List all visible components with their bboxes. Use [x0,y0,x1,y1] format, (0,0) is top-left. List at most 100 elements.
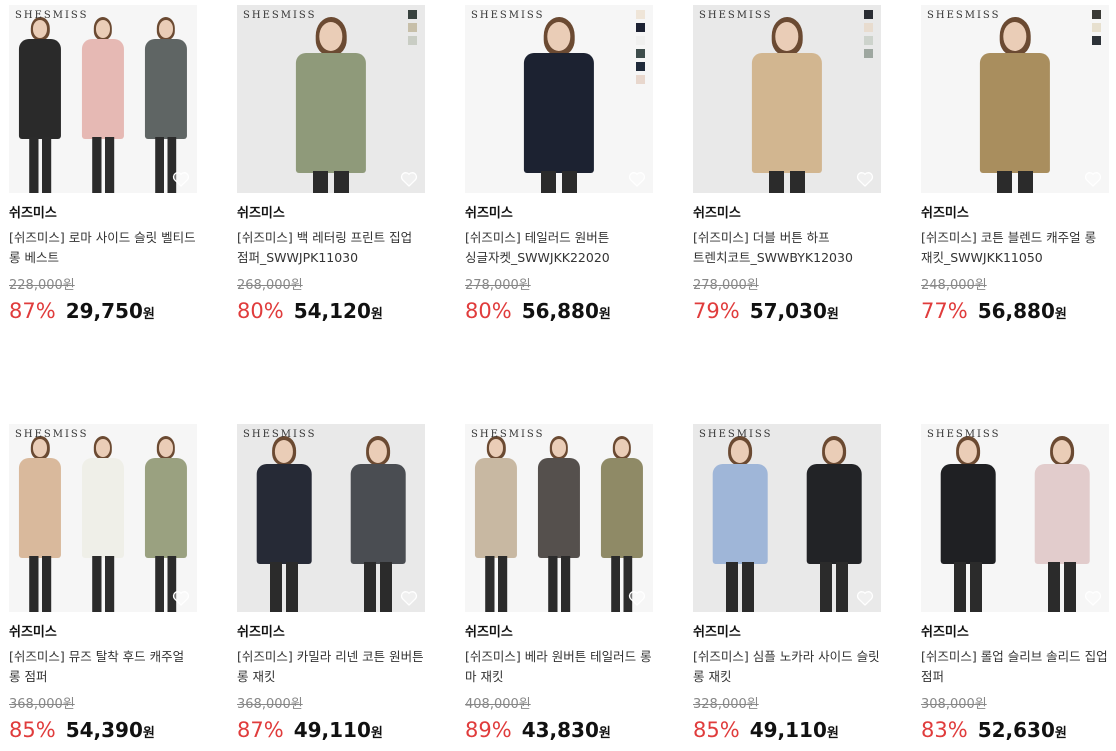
product-title[interactable]: [쉬즈미스] 뮤즈 탈착 후드 캐주얼 롱 점퍼 [9,647,199,687]
product-card[interactable]: SHESMISS 쉬즈미스 [쉬즈미스] 롤업 슬리브 솔리드 집업 점퍼 308,0… [921,424,1111,743]
product-image[interactable]: SHESMISS [693,424,881,612]
color-swatch [636,62,645,71]
product-card[interactable]: SHESMISS 쉬즈미스 [쉬즈미스] 베라 원버튼 테일러드 롱 마 재킷 408… [465,424,655,743]
model-figure [13,436,67,612]
model-figure [139,17,193,193]
thumb-brand-logo: SHESMISS [699,10,773,21]
discount-rate: 80% [465,299,512,323]
original-price: 328,000원 [693,697,759,712]
product-image[interactable]: SHESMISS [693,5,881,193]
sale-price-line: 85% 49,110 원 [693,717,883,743]
product-image[interactable]: SHESMISS [9,424,197,612]
product-brand[interactable]: 쉬즈미스 [9,625,199,641]
currency-unit: 원 [142,307,155,322]
sale-price: 54,120 [293,299,371,323]
product-card[interactable]: SHESMISS 쉬즈미스 [쉬즈미스] 코튼 블렌드 캐주얼 롱 재킷_SWWJK… [921,5,1111,324]
product-title[interactable]: [쉬즈미스] 더블 버튼 하프 트렌치코트_SWWBYK12030 [693,228,883,268]
product-image[interactable]: SHESMISS [921,5,1109,193]
product-brand[interactable]: 쉬즈미스 [921,625,1111,641]
product-card[interactable]: SHESMISS 쉬즈미스 [쉬즈미스] 백 레터링 프린트 집업 점퍼_SWWJP… [237,5,427,324]
sale-price: 43,830 [521,718,599,742]
heart-icon[interactable] [1083,588,1103,608]
product-card[interactable]: SHESMISS 쉬즈미스 [쉬즈미스] 심플 노카라 사이드 슬릿 롱 재킷 328… [693,424,883,743]
heart-icon[interactable] [399,169,419,189]
product-brand[interactable]: 쉬즈미스 [921,206,1111,222]
currency-unit: 원 [826,726,839,741]
product-title[interactable]: [쉬즈미스] 테일러드 원버튼 싱글자켓_SWWJKK22020 [465,228,655,268]
currency-unit: 원 [598,726,611,741]
product-brand[interactable]: 쉬즈미스 [237,206,427,222]
color-swatch [408,36,417,45]
product-brand[interactable]: 쉬즈미스 [237,625,427,641]
discount-rate: 87% [9,299,56,323]
product-title[interactable]: [쉬즈미스] 로마 사이드 슬릿 벨티드 롱 베스트 [9,228,199,268]
model-figure [1027,436,1097,612]
color-swatch [636,10,645,19]
model-figure [595,436,649,612]
heart-icon[interactable] [627,588,647,608]
thumb-brand-logo: SHESMISS [927,429,1001,440]
product-image[interactable]: SHESMISS [465,5,653,193]
discount-rate: 85% [693,718,740,742]
color-swatch [864,49,873,58]
sale-price-line: 85% 54,390 원 [9,717,199,743]
thumb-brand-logo: SHESMISS [471,429,545,440]
sale-price-line: 77% 56,880 원 [921,298,1111,324]
sale-price: 52,630 [977,718,1055,742]
thumb-brand-logo: SHESMISS [927,10,1001,21]
product-brand[interactable]: 쉬즈미스 [465,206,655,222]
original-price: 368,000원 [237,697,303,712]
sale-price: 57,030 [749,299,827,323]
product-image[interactable]: SHESMISS [9,5,197,193]
heart-icon[interactable] [855,588,875,608]
color-swatches [864,10,873,58]
product-card[interactable]: SHESMISS 쉬즈미스 [쉬즈미스] 카밀라 리넨 코튼 원버튼 롱 재킷 368… [237,424,427,743]
discount-rate: 83% [921,718,968,742]
product-image[interactable]: SHESMISS [237,5,425,193]
product-card[interactable]: SHESMISS 쉬즈미스 [쉬즈미스] 뮤즈 탈착 후드 캐주얼 롱 점퍼 368,… [9,424,199,743]
product-card[interactable]: SHESMISS 쉬즈미스 [쉬즈미스] 더블 버튼 하프 트렌치코트_SWWBYK… [693,5,883,324]
product-brand[interactable]: 쉬즈미스 [465,625,655,641]
product-brand[interactable]: 쉬즈미스 [693,206,883,222]
product-title[interactable]: [쉬즈미스] 카밀라 리넨 코튼 원버튼 롱 재킷 [237,647,427,687]
color-swatch [1092,10,1101,19]
product-title[interactable]: [쉬즈미스] 베라 원버튼 테일러드 롱 마 재킷 [465,647,655,687]
sale-price-line: 87% 29,750 원 [9,298,199,324]
original-price: 278,000원 [693,278,759,293]
product-title[interactable]: [쉬즈미스] 심플 노카라 사이드 슬릿 롱 재킷 [693,647,883,687]
sale-price: 54,390 [65,718,143,742]
product-title[interactable]: [쉬즈미스] 롤업 슬리브 솔리드 집업 점퍼 [921,647,1111,687]
discount-rate: 77% [921,299,968,323]
product-image[interactable]: SHESMISS [921,424,1109,612]
product-card[interactable]: SHESMISS 쉬즈미스 [쉬즈미스] 테일러드 원버튼 싱글자켓_SWWJKK2… [465,5,655,324]
heart-icon[interactable] [1083,169,1103,189]
product-brand[interactable]: 쉬즈미스 [693,625,883,641]
currency-unit: 원 [370,726,383,741]
product-title[interactable]: [쉬즈미스] 코튼 블렌드 캐주얼 롱 재킷_SWWJKK11050 [921,228,1111,268]
heart-icon[interactable] [171,588,191,608]
original-price: 268,000원 [237,278,303,293]
product-brand[interactable]: 쉬즈미스 [9,206,199,222]
color-swatch [636,75,645,84]
discount-rate: 87% [237,718,284,742]
original-price: 308,000원 [921,697,987,712]
model-figure [705,436,775,612]
model-figure [970,17,1060,193]
thumb-brand-logo: SHESMISS [699,429,773,440]
heart-icon[interactable] [627,169,647,189]
heart-icon[interactable] [855,169,875,189]
product-title[interactable]: [쉬즈미스] 백 레터링 프린트 집업 점퍼_SWWJPK11030 [237,228,427,268]
sale-price-line: 89% 43,830 원 [465,717,655,743]
model-figure [76,436,130,612]
sale-price-line: 80% 54,120 원 [237,298,427,324]
thumb-brand-logo: SHESMISS [243,429,317,440]
heart-icon[interactable] [171,169,191,189]
original-price: 228,000원 [9,278,75,293]
model-figure [76,17,130,193]
product-image[interactable]: SHESMISS [237,424,425,612]
product-card[interactable]: SHESMISS 쉬즈미스 [쉬즈미스] 로마 사이드 슬릿 벨티드 롱 베스트 22… [9,5,199,324]
product-image[interactable]: SHESMISS [465,424,653,612]
heart-icon[interactable] [399,588,419,608]
model-figure [799,436,869,612]
thumb-brand-logo: SHESMISS [471,10,545,21]
